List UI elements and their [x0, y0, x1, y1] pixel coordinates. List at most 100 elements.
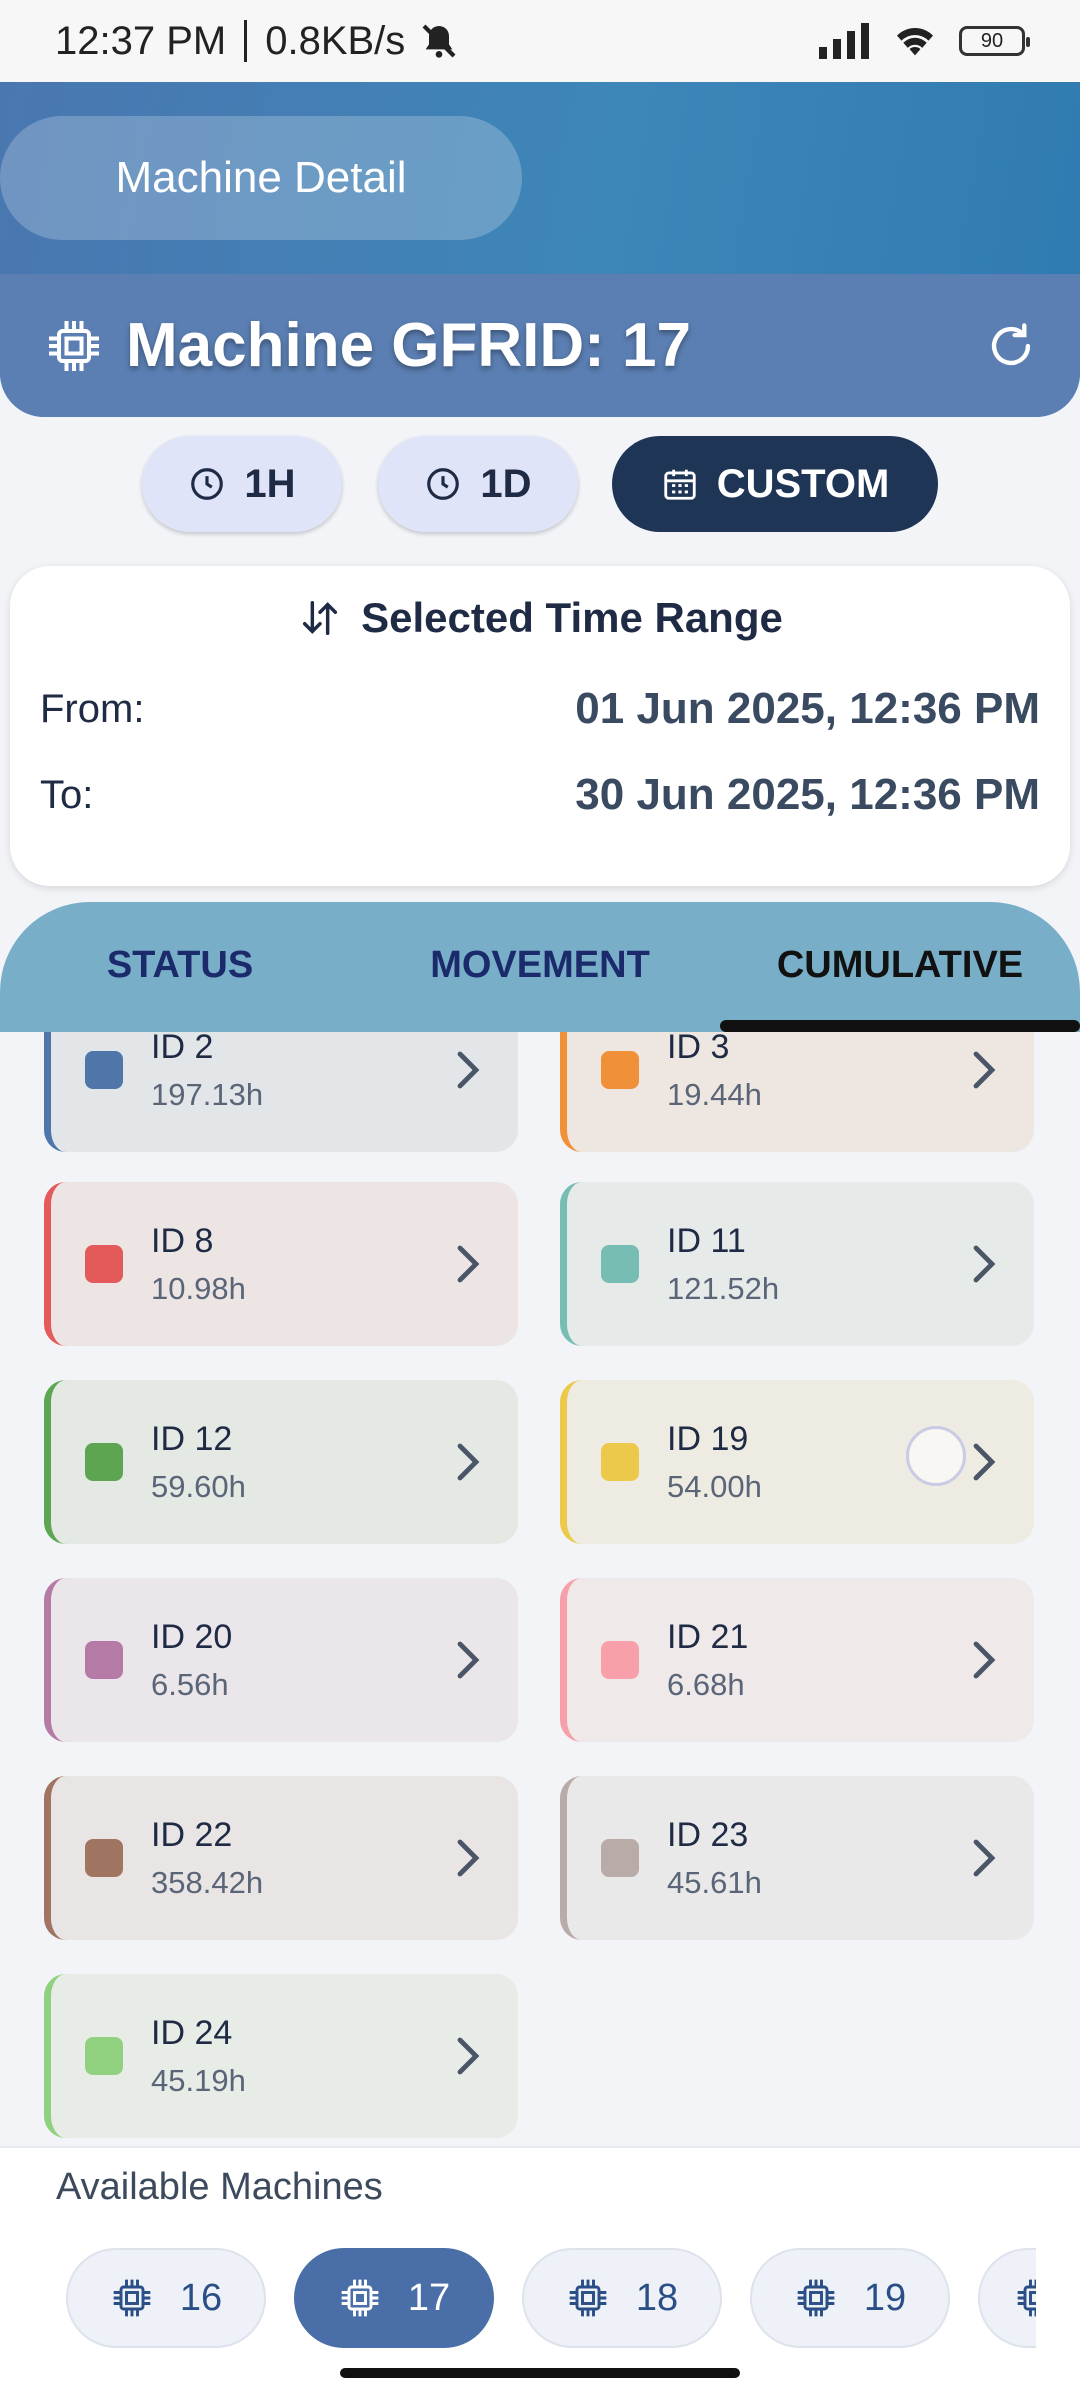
machine-id-card[interactable]: ID 8 10.98h [44, 1182, 518, 1346]
swap-vertical-icon [303, 600, 338, 636]
machine-id-card[interactable]: ID 3 19.44h [560, 1032, 1034, 1152]
touch-indicator [906, 1426, 966, 1486]
machine-chip[interactable]: 17 [294, 2248, 494, 2348]
chip-icon [794, 2276, 838, 2320]
to-value: 30 Jun 2025, 12:36 PM [575, 770, 1040, 819]
range-1h-button[interactable]: 1H [142, 436, 342, 532]
card-hours-value: 197.13h [151, 1076, 264, 1112]
card-id-label: ID 22 [151, 1815, 233, 1854]
machine-chip-label: 19 [863, 2276, 907, 2319]
machine-chip-partial[interactable] [978, 2248, 1036, 2348]
home-indicator[interactable] [340, 2368, 740, 2378]
tab-status[interactable]: STATUS [0, 944, 360, 987]
card-hours-value: 45.19h [151, 2062, 246, 2098]
range-1h-label: 1H [244, 461, 296, 506]
from-value: 01 Jun 2025, 12:36 PM [575, 684, 1040, 733]
machine-id-card[interactable]: ID 2 197.13h [44, 1032, 518, 1152]
card-hours-value: 10.98h [151, 1270, 246, 1306]
status-time: 12:37 PM [55, 18, 227, 63]
card-id-label: ID 2 [151, 1032, 214, 1066]
machine-id-card[interactable]: ID 11 121.52h [560, 1182, 1034, 1346]
machine-title-band: Machine GFRID: 17 [0, 274, 1080, 417]
cumulative-grid: ID 2 197.13h ID 3 19.44h ID 8 10.98h ID 11 121.… [0, 1032, 1080, 2144]
machine-id-card[interactable]: ID 22 358.42h [44, 1776, 518, 1940]
time-range-from-row: From: 01 Jun 2025, 12:36 PM [40, 684, 1040, 734]
machine-title: Machine GFRID: 17 [126, 311, 691, 380]
color-swatch [85, 1641, 123, 1679]
machine-chip[interactable]: 19 [750, 2248, 950, 2348]
chevron-right-icon [457, 1839, 480, 1877]
range-custom-button[interactable]: CUSTOM [612, 436, 938, 532]
app-header: Machine Detail Machine GFRID: 17 [0, 82, 1080, 417]
color-swatch [601, 1245, 639, 1283]
battery-level: 90 [980, 29, 1004, 52]
clock-icon [427, 468, 460, 500]
tab-cumulative[interactable]: CUMULATIVE [720, 944, 1080, 987]
machine-id-card[interactable]: ID 24 45.19h [44, 1974, 518, 2138]
machine-chip-label: 17 [407, 2276, 451, 2319]
chevron-right-icon [973, 1051, 996, 1089]
card-id-label: ID 20 [151, 1617, 233, 1656]
refresh-icon[interactable] [982, 317, 1040, 375]
card-hours-value: 6.56h [151, 1666, 229, 1702]
chip-icon [1014, 2276, 1036, 2320]
machine-chip-label: 16 [179, 2276, 223, 2319]
chevron-right-icon [973, 1641, 996, 1679]
color-swatch [85, 1443, 123, 1481]
time-range-card: Selected Time Range From: 01 Jun 2025, 1… [10, 566, 1070, 886]
machine-id-card[interactable]: ID 20 6.56h [44, 1578, 518, 1742]
chevron-right-icon [457, 1245, 480, 1283]
card-hours-value: 6.68h [667, 1666, 745, 1702]
color-swatch [601, 1443, 639, 1481]
color-swatch [601, 1051, 639, 1089]
chip-icon [566, 2276, 610, 2320]
to-label: To: [40, 772, 94, 817]
chip-icon [49, 320, 99, 371]
chevron-right-icon [457, 1443, 480, 1481]
chevron-right-icon [457, 1051, 480, 1089]
battery-icon: 90 [959, 26, 1030, 56]
status-speed: 0.8KB/s [265, 18, 406, 63]
card-id-label: ID 19 [667, 1419, 749, 1458]
from-label: From: [40, 686, 145, 731]
wifi-icon [897, 28, 933, 56]
card-id-label: ID 11 [667, 1221, 746, 1260]
tab-bar: STATUS MOVEMENT CUMULATIVE [0, 902, 1080, 1032]
time-range-title: Selected Time Range [361, 594, 783, 641]
card-id-label: ID 3 [667, 1032, 730, 1066]
card-hours-value: 19.44h [667, 1076, 762, 1112]
card-id-label: ID 24 [151, 2013, 233, 2052]
calendar-icon [664, 469, 696, 500]
chevron-right-icon [973, 1839, 996, 1877]
color-swatch [85, 1839, 123, 1877]
machine-id-card[interactable]: ID 12 59.60h [44, 1380, 518, 1544]
status-separator [244, 20, 248, 62]
card-id-label: ID 23 [667, 1815, 749, 1854]
card-hours-value: 59.60h [151, 1468, 246, 1504]
machine-id-card[interactable]: ID 23 45.61h [560, 1776, 1034, 1940]
tab-movement[interactable]: MOVEMENT [360, 944, 720, 987]
active-tab-indicator [720, 1020, 1080, 1032]
color-swatch [601, 1641, 639, 1679]
range-1d-button[interactable]: 1D [378, 436, 578, 532]
chevron-right-icon [973, 1443, 996, 1481]
card-hours-value: 45.61h [667, 1864, 762, 1900]
card-id-label: ID 8 [151, 1221, 214, 1260]
machine-id-card[interactable]: ID 21 6.68h [560, 1578, 1034, 1742]
chevron-right-icon [457, 1641, 480, 1679]
range-selector: 1H 1D CUSTOM [0, 436, 1080, 532]
clock-icon [191, 468, 224, 500]
card-hours-value: 358.42h [151, 1864, 264, 1900]
available-machines-label: Available Machines [56, 2166, 383, 2208]
chevron-right-icon [973, 1245, 996, 1283]
page-title-pill[interactable]: Machine Detail [0, 116, 522, 240]
page-title: Machine Detail [115, 153, 407, 202]
color-swatch [85, 1245, 123, 1283]
card-id-label: ID 21 [667, 1617, 749, 1656]
range-1d-label: 1D [480, 461, 532, 506]
chevron-right-icon [457, 2037, 480, 2075]
machine-chip[interactable]: 16 [66, 2248, 266, 2348]
status-bar: 12:37 PM 0.8KB/s 90 [0, 0, 1080, 82]
card-id-label: ID 12 [151, 1419, 233, 1458]
machine-chip[interactable]: 18 [522, 2248, 722, 2348]
